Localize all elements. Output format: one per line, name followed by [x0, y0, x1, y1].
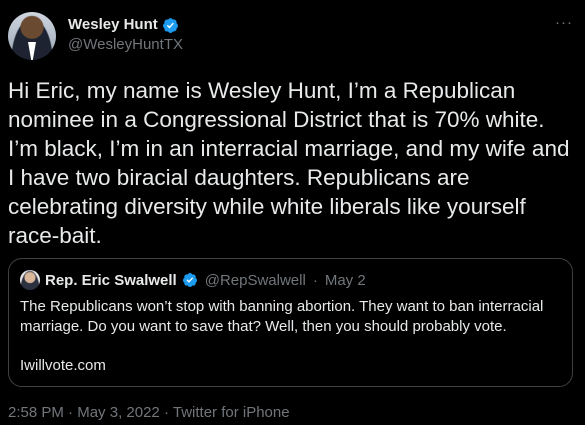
- quoted-author-avatar[interactable]: [20, 270, 40, 290]
- quoted-author-handle[interactable]: @RepSwalwell: [205, 272, 306, 289]
- tweet-date[interactable]: May 3, 2022: [77, 404, 160, 421]
- quoted-meta-separator: ·: [312, 271, 318, 289]
- quoted-tweet[interactable]: Rep. Eric Swalwell @RepSwalwell · May 2 …: [8, 258, 573, 387]
- quoted-tweet-text: The Republicans won’t stop with banning …: [20, 298, 544, 335]
- author-handle[interactable]: @WesleyHuntTX: [68, 35, 183, 55]
- author-display-name-row[interactable]: Wesley Hunt: [68, 16, 183, 34]
- quoted-tweet-header: Rep. Eric Swalwell @RepSwalwell · May 2: [20, 270, 366, 290]
- tweet: Wesley Hunt @WesleyHuntTX ··· Hi Eric, m…: [0, 0, 585, 425]
- quoted-tweet-link[interactable]: Iwillvote.com: [20, 356, 106, 376]
- quoted-tweet-date[interactable]: May 2: [325, 272, 366, 289]
- author-avatar[interactable]: [8, 12, 56, 60]
- quoted-author-display-name[interactable]: Rep. Eric Swalwell: [45, 272, 177, 289]
- more-options-icon[interactable]: ···: [555, 14, 573, 31]
- author-names: Wesley Hunt @WesleyHuntTX: [68, 16, 183, 55]
- footer-separator-2: ·: [163, 404, 169, 421]
- tweet-text: Hi Eric, my name is Wesley Hunt, I’m a R…: [8, 78, 570, 248]
- tweet-header: Wesley Hunt @WesleyHuntTX ···: [8, 12, 577, 64]
- tweet-source[interactable]: Twitter for iPhone: [173, 404, 290, 421]
- verified-badge-icon: [162, 17, 178, 33]
- tweet-footer: 2:58 PM · May 3, 2022 · Twitter for iPho…: [8, 403, 290, 423]
- footer-separator-1: ·: [68, 404, 74, 421]
- tweet-time[interactable]: 2:58 PM: [8, 404, 64, 421]
- author-display-name[interactable]: Wesley Hunt: [68, 16, 158, 34]
- quoted-verified-badge-icon: [182, 273, 197, 287]
